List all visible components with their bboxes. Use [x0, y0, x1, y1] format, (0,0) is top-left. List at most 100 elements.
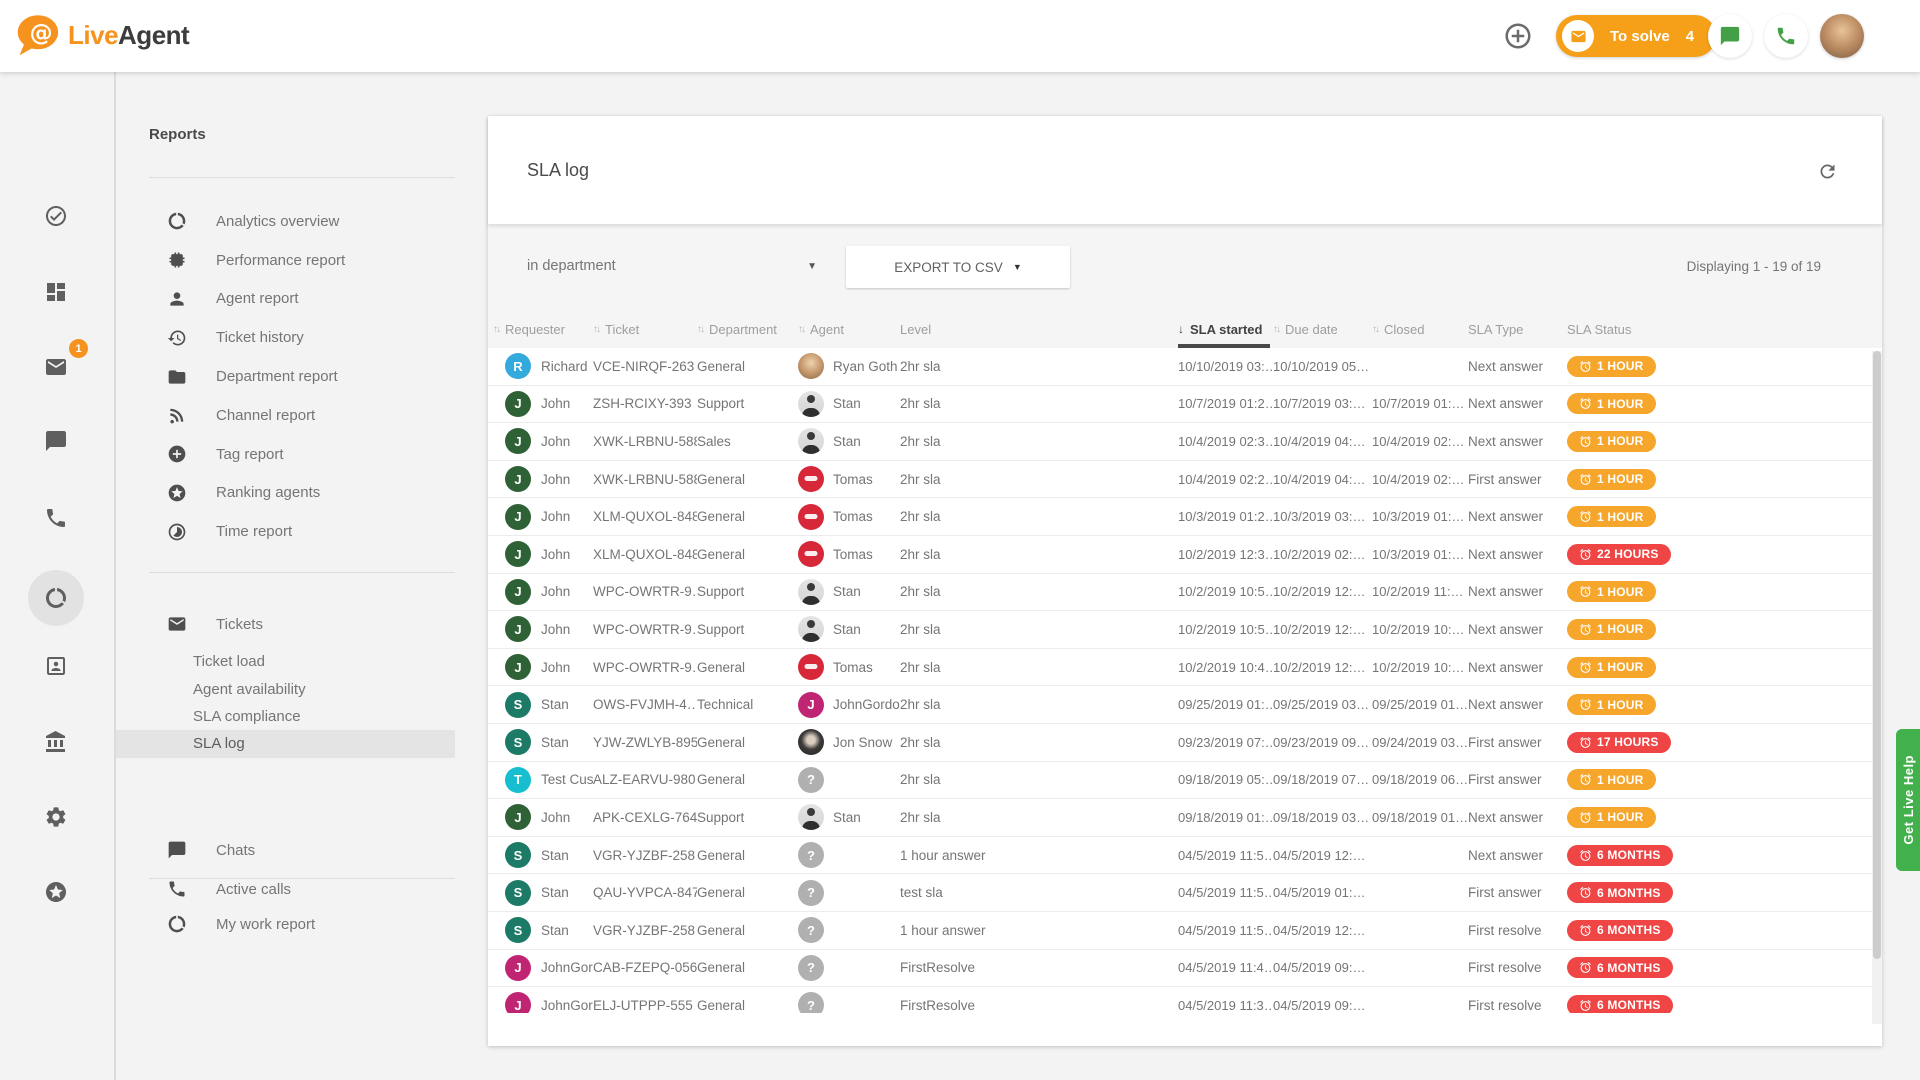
sla-status-label: 1 HOUR — [1597, 773, 1644, 787]
requester-avatar: J — [505, 992, 531, 1013]
table-row[interactable]: J John XLM-QUXOL-848 General Tomas 2hr s… — [488, 536, 1882, 574]
table-row[interactable]: J John XLM-QUXOL-848 General Tomas 2hr s… — [488, 498, 1882, 536]
column-header-agent[interactable]: ↑↓Agent — [798, 310, 900, 348]
agent-name: Tomas — [833, 547, 873, 562]
sla-level: 2hr sla — [900, 498, 1178, 535]
nav-item-tag-report[interactable]: Tag report — [116, 435, 455, 474]
table-row[interactable]: J JohnGordo ELJ-UTPPP-555 General ? Firs… — [488, 987, 1882, 1013]
to-solve-button[interactable]: To solve 4 — [1556, 15, 1716, 57]
sla-started: 10/2/2019 10:5… — [1178, 574, 1273, 611]
sort-arrows-icon: ↑↓ — [1273, 324, 1279, 335]
table-header-row: ↑↓Requester↑↓Ticket↑↓Department↑↓AgentLe… — [488, 310, 1882, 348]
rail-settings[interactable] — [34, 795, 78, 839]
alarm-icon — [1579, 999, 1592, 1012]
due-date: 04/5/2019 09:… — [1273, 987, 1372, 1013]
table-row[interactable]: R Richard VCE-NIRQF-263 General Ryan Got… — [488, 348, 1882, 386]
divider — [149, 177, 455, 178]
table-row[interactable]: S Stan VGR-YJZBF-258 General ? 1 hour an… — [488, 912, 1882, 950]
table-row[interactable]: S Stan VGR-YJZBF-258 General ? 1 hour an… — [488, 837, 1882, 875]
table-row[interactable]: S Stan QAU-YVPCA-847 General ? test sla … — [488, 874, 1882, 912]
calls-button[interactable] — [1764, 14, 1808, 58]
get-live-help-tab[interactable]: Get Live Help — [1896, 729, 1920, 871]
closed-date: 10/3/2019 01:… — [1372, 498, 1468, 535]
nav-item-performance-report[interactable]: Performance report — [116, 241, 455, 280]
ticket-id: YJW-ZWLYB-895 — [593, 724, 697, 761]
agent-avatar: ? — [798, 842, 824, 868]
nav-subitem-ticket-load[interactable]: Ticket load — [116, 648, 455, 675]
nav-section-active-calls[interactable]: Active calls — [116, 871, 455, 907]
column-header-ticket[interactable]: ↑↓Ticket — [593, 310, 697, 348]
rail-to-solve[interactable] — [34, 194, 78, 238]
rail-calls[interactable] — [34, 496, 78, 540]
table-row[interactable]: J John WPC-OWRTR-9… General Tomas 2hr sl… — [488, 649, 1882, 687]
sla-status-badge: 17 HOURS — [1567, 732, 1671, 753]
sla-type: Next answer — [1468, 799, 1567, 836]
table-row[interactable]: T Test Custo ALZ-EARVU-980 General ? 2hr… — [488, 762, 1882, 800]
nav-item-analytics-overview[interactable]: Analytics overview — [116, 202, 455, 241]
table-row[interactable]: J John XWK-LRBNU-588 Sales Stan 2hr sla … — [488, 423, 1882, 461]
nav-item-agent-report[interactable]: Agent report — [116, 280, 455, 319]
rail-dashboard[interactable] — [34, 270, 78, 314]
nav-subitem-agent-availability[interactable]: Agent availability — [116, 675, 455, 702]
user-avatar[interactable] — [1820, 14, 1864, 58]
department-filter-select[interactable]: in department ▼ — [527, 244, 817, 288]
rail-reports[interactable] — [28, 570, 84, 626]
nav-item-my-work-report[interactable]: My work report — [116, 906, 455, 942]
rail-company[interactable] — [34, 720, 78, 764]
sort-arrows-icon: ↑↓ — [493, 324, 499, 335]
logo-text: LiveAgent — [68, 20, 189, 51]
table-row[interactable]: J John WPC-OWRTR-9… Support Stan 2hr sla… — [488, 574, 1882, 612]
nav-item-ticket-history[interactable]: Ticket history — [116, 318, 455, 357]
stan-photo-avatar — [798, 616, 824, 642]
mail-icon — [167, 614, 187, 634]
add-new-button[interactable] — [1496, 14, 1540, 58]
scrollbar-thumb[interactable] — [1873, 351, 1881, 959]
closed-date: 10/7/2019 01:… — [1372, 386, 1468, 423]
nav-item-department-report[interactable]: Department report — [116, 357, 455, 396]
export-to-csv-button[interactable]: EXPORT TO CSV ▼ — [846, 246, 1070, 288]
nav-item-time-report[interactable]: Time report — [116, 512, 455, 551]
column-header-requester[interactable]: ↑↓Requester — [493, 310, 593, 348]
requester-avatar: S — [505, 692, 531, 718]
department: General — [697, 536, 798, 573]
due-date: 09/18/2019 03… — [1273, 799, 1372, 836]
table-row[interactable]: S Stan OWS-FVJMH-4… Technical J JohnGord… — [488, 686, 1882, 724]
chats-button[interactable] — [1708, 14, 1752, 58]
alarm-icon — [1579, 849, 1592, 862]
requester-avatar: R — [505, 353, 531, 379]
rail-contacts[interactable] — [34, 644, 78, 688]
column-header-closed[interactable]: ↑↓Closed — [1372, 310, 1468, 348]
due-date: 10/2/2019 12:… — [1273, 574, 1372, 611]
refresh-button[interactable] — [1810, 154, 1844, 188]
requester-avatar: J — [505, 955, 531, 981]
closed-date: 10/4/2019 02:… — [1372, 423, 1468, 460]
closed-date: 09/18/2019 06… — [1372, 762, 1468, 799]
table-row[interactable]: J John WPC-OWRTR-9… Support Stan 2hr sla… — [488, 611, 1882, 649]
table-row[interactable]: J John XWK-LRBNU-588 General Tomas 2hr s… — [488, 461, 1882, 499]
due-date: 10/2/2019 02:… — [1273, 536, 1372, 573]
nav-subitem-sla-compliance[interactable]: SLA compliance — [116, 703, 455, 730]
rail-chats[interactable] — [34, 419, 78, 463]
nav-subitem-sla-log[interactable]: SLA log — [116, 730, 455, 757]
nav-item-ranking-agents[interactable]: Ranking agents — [116, 474, 455, 513]
table-row[interactable]: J John ZSH-RCIXY-393 Support Stan 2hr sl… — [488, 386, 1882, 424]
sla-level: 2hr sla — [900, 762, 1178, 799]
closed-date: 10/4/2019 02:… — [1372, 461, 1468, 498]
ticket-id: VGR-YJZBF-258 — [593, 912, 697, 949]
nav-section-chats[interactable]: Chats — [116, 832, 455, 868]
table-row[interactable]: J John APK-CEXLG-764 Support Stan 2hr sl… — [488, 799, 1882, 837]
alarm-icon — [1579, 548, 1592, 561]
column-header-department[interactable]: ↑↓Department — [697, 310, 798, 348]
column-header-due-date[interactable]: ↑↓Due date — [1273, 310, 1372, 348]
nav-section-tickets[interactable]: Tickets — [116, 606, 455, 642]
sla-status-label: 1 HOUR — [1597, 810, 1644, 824]
table-row[interactable]: J JohnGordo CAB-FZEPQ-056 General ? Firs… — [488, 950, 1882, 988]
tomas-photo-avatar — [798, 504, 824, 530]
rail-tickets[interactable]: 1 — [34, 345, 78, 389]
nav-item-channel-report[interactable]: Channel report — [116, 396, 455, 435]
agent-name: Stan — [833, 622, 861, 637]
table-row[interactable]: S Stan YJW-ZWLYB-895 General Jon Snow 2h… — [488, 724, 1882, 762]
agent-avatar: ? — [798, 917, 824, 943]
rail-ranking[interactable] — [34, 870, 78, 914]
column-header-sla-started[interactable]: ↓SLA started — [1178, 310, 1273, 348]
